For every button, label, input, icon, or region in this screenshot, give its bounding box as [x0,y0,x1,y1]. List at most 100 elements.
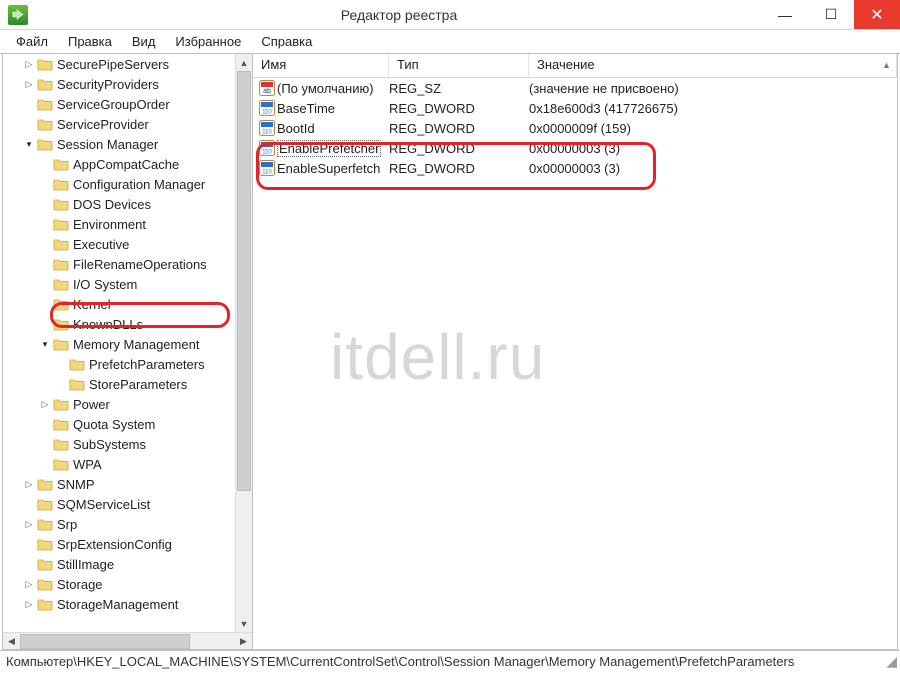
tree-item-label: SrpExtensionConfig [57,537,172,552]
folder-icon [37,577,53,591]
menu-bar: Файл Правка Вид Избранное Справка [0,30,900,54]
expand-placeholder [39,218,51,230]
value-row[interactable]: EnablePrefetcherREG_DWORD0x00000003 (3) [253,138,897,158]
tree-item[interactable]: ▷ Storage [3,574,252,594]
value-row[interactable]: BootIdREG_DWORD0x0000009f (159) [253,118,897,138]
col-value-header[interactable]: Значение [529,54,897,77]
expand-placeholder [23,558,35,570]
tree-item[interactable]: Configuration Manager [3,174,252,194]
tree-item-label: PrefetchParameters [89,357,205,372]
expand-icon[interactable]: ▷ [23,578,35,590]
folder-icon [37,77,53,91]
folder-icon [69,357,85,371]
value-name: BaseTime [277,101,389,116]
folder-icon [53,397,69,411]
value-row[interactable]: EnableSuperfetchREG_DWORD0x00000003 (3) [253,158,897,178]
tree-item-label: Environment [73,217,146,232]
minimize-button[interactable]: — [762,0,808,29]
tree-item[interactable]: ▷Power [3,394,252,414]
tree-item-label: SecurePipeServers [57,57,169,72]
expand-icon[interactable]: ▷ [23,518,35,530]
col-type-header[interactable]: Тип [389,54,529,77]
value-data: 0x00000003 (3) [529,141,620,156]
value-row[interactable]: BaseTimeREG_DWORD0x18e600d3 (417726675) [253,98,897,118]
menu-favorites[interactable]: Избранное [165,32,251,51]
list-header[interactable]: Имя Тип Значение [253,54,897,78]
tree-item-label: Session Manager [57,137,158,152]
tree-item[interactable]: Kernel [3,294,252,314]
expand-placeholder [55,358,67,370]
dword-value-icon [257,160,277,176]
tree-item[interactable]: AppCompatCache [3,154,252,174]
folder-icon [53,177,69,191]
collapse-icon[interactable]: ▾ [39,338,51,350]
expand-icon[interactable]: ▷ [23,478,35,490]
collapse-icon[interactable]: ▾ [23,138,35,150]
tree-item[interactable]: ▷ SecurePipeServers [3,54,252,74]
tree-item-label: SNMP [57,477,95,492]
tree-item[interactable]: ▷SecurityProviders [3,74,252,94]
menu-file[interactable]: Файл [6,32,58,51]
tree-item[interactable]: ServiceProvider [3,114,252,134]
tree-item[interactable]: I/O System [3,274,252,294]
tree-item-label: FileRenameOperations [73,257,207,272]
tree-item-label: Storage [57,577,103,592]
value-data: 0x0000009f (159) [529,121,631,136]
tree-item[interactable]: StoreParameters [3,374,252,394]
value-name: EnablePrefetcher [277,140,389,157]
tree-item[interactable]: FileRenameOperations [3,254,252,274]
tree-item-label: ServiceGroupOrder [57,97,170,112]
expand-placeholder [23,98,35,110]
expand-placeholder [23,538,35,550]
menu-help[interactable]: Справка [251,32,322,51]
tree-pane[interactable]: ▷ SecurePipeServers ▷SecurityProviders Serv… [3,54,253,649]
menu-edit[interactable]: Правка [58,32,122,51]
tree-item[interactable]: ▷ Srp [3,514,252,534]
tree-item[interactable]: ▾ Session Manager [3,134,252,154]
expand-placeholder [39,238,51,250]
expand-placeholder [39,298,51,310]
tree-item[interactable]: SubSystems [3,434,252,454]
tree-horizontal-scrollbar[interactable]: ◀ ▶ [3,632,252,649]
tree-item[interactable]: PrefetchParameters [3,354,252,374]
menu-view[interactable]: Вид [122,32,166,51]
list-pane[interactable]: Имя Тип Значение ▲ (По умолчанию)REG_SZ(… [253,54,897,649]
tree-item[interactable]: SrpExtensionConfig [3,534,252,554]
expand-icon[interactable]: ▷ [23,78,35,90]
tree-item[interactable]: ▾Memory Management [3,334,252,354]
folder-icon [69,377,85,391]
resize-grip-icon[interactable]: ◢ [886,653,894,670]
tree-vertical-scrollbar[interactable]: ▲ ▼ [235,54,252,632]
tree-item[interactable]: ▷StorageManagement [3,594,252,614]
expand-icon[interactable]: ▷ [23,598,35,610]
expand-icon[interactable]: ▷ [39,398,51,410]
tree-item[interactable]: WPA [3,454,252,474]
close-button[interactable]: ✕ [854,0,900,29]
folder-icon [37,477,53,491]
maximize-button[interactable]: ☐ [808,0,854,29]
expand-placeholder [39,198,51,210]
tree-item[interactable]: ▷ SNMP [3,474,252,494]
tree-item[interactable]: DOS Devices [3,194,252,214]
tree-item[interactable]: SQMServiceList [3,494,252,514]
folder-icon [53,437,69,451]
tree-item[interactable]: Quota System [3,414,252,434]
window-title: Редактор реестра [36,7,762,23]
tree-item[interactable]: StillImage [3,554,252,574]
window-titlebar: Редактор реестра — ☐ ✕ [0,0,900,30]
tree-item[interactable]: Executive [3,234,252,254]
expand-placeholder [39,458,51,470]
tree-item[interactable]: ServiceGroupOrder [3,94,252,114]
tree-item-label: Srp [57,517,77,532]
tree-item[interactable]: Environment [3,214,252,234]
value-type: REG_DWORD [389,101,529,116]
folder-icon [37,137,53,151]
expand-placeholder [23,118,35,130]
tree-item-label: DOS Devices [73,197,151,212]
col-name-header[interactable]: Имя [253,54,389,77]
tree-item[interactable]: KnownDLLs [3,314,252,334]
expand-icon[interactable]: ▷ [23,58,35,70]
value-type: REG_DWORD [389,161,529,176]
list-scroll-up-icon[interactable]: ▲ [878,56,895,73]
value-row[interactable]: (По умолчанию)REG_SZ(значение не присвое… [253,78,897,98]
